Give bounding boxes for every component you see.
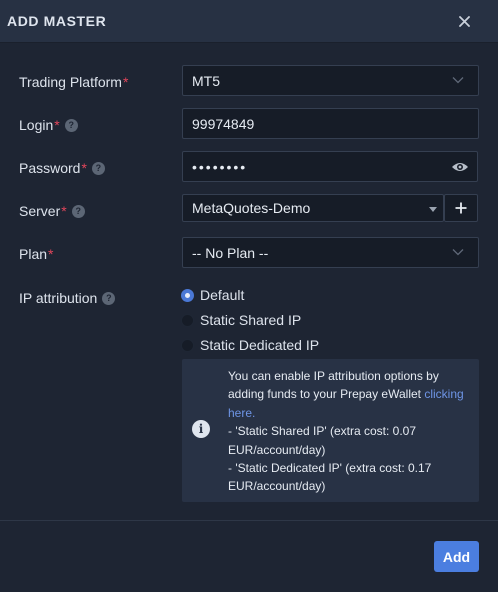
radio-static-shared-label: Static Shared IP <box>200 312 302 328</box>
radio-default-input[interactable] <box>181 288 194 302</box>
login-field[interactable]: 99974849 <box>182 108 479 139</box>
radio-static-dedicated-input[interactable] <box>181 338 194 352</box>
help-icon[interactable]: ? <box>102 291 116 305</box>
info-icon: i <box>192 420 210 438</box>
required-marker: * <box>61 203 67 219</box>
platform-value: MT5 <box>192 72 220 89</box>
radio-default-label: Default <box>200 287 245 303</box>
chevron-down-icon <box>452 249 464 256</box>
dialog-title: ADD MASTER <box>7 13 107 29</box>
add-server-button[interactable] <box>444 194 478 222</box>
info-text: You can enable IP attribution options by… <box>228 369 464 494</box>
required-marker: * <box>81 160 87 176</box>
show-password-button[interactable] <box>443 151 478 182</box>
plan-value: -- No Plan -- <box>192 244 269 261</box>
platform-select[interactable]: MT5 <box>182 65 479 96</box>
password-value: •••••••• <box>192 158 248 175</box>
login-label: Login *? <box>19 117 78 133</box>
radio-static-dedicated[interactable]: Static Dedicated IP <box>181 337 319 353</box>
server-value: MetaQuotes-Demo <box>192 200 311 216</box>
add-button[interactable]: Add <box>434 541 479 572</box>
plus-icon <box>455 202 467 214</box>
close-button[interactable] <box>452 8 476 34</box>
radio-default[interactable]: Default <box>181 287 244 303</box>
plan-label: Plan * <box>19 246 54 262</box>
help-icon[interactable]: ? <box>91 161 105 175</box>
platform-label: Trading Platform * <box>19 74 129 90</box>
chevron-down-icon <box>452 77 464 84</box>
radio-static-shared-input[interactable] <box>181 313 194 327</box>
server-select[interactable]: MetaQuotes-Demo <box>182 194 444 222</box>
ip-info-box: i You can enable IP attribution options … <box>182 359 479 502</box>
eye-icon <box>452 162 468 171</box>
server-label: Server *? <box>19 203 85 219</box>
help-icon[interactable]: ? <box>64 118 78 132</box>
required-marker: * <box>48 246 54 262</box>
dialog-header: ADD MASTER <box>0 0 498 43</box>
close-icon <box>458 15 470 27</box>
required-marker: * <box>54 117 60 133</box>
help-icon[interactable]: ? <box>71 204 85 218</box>
password-label: Password *? <box>19 160 105 176</box>
login-value: 99974849 <box>192 115 255 132</box>
ip-attribution-label: IP attribution? <box>19 290 116 306</box>
password-field[interactable]: •••••••• <box>182 151 444 182</box>
required-marker: * <box>122 74 129 90</box>
footer-divider <box>0 520 498 521</box>
radio-static-dedicated-label: Static Dedicated IP <box>200 337 320 353</box>
radio-static-shared[interactable]: Static Shared IP <box>181 312 301 328</box>
plan-select[interactable]: -- No Plan -- <box>182 237 479 268</box>
caret-down-icon <box>429 207 437 212</box>
